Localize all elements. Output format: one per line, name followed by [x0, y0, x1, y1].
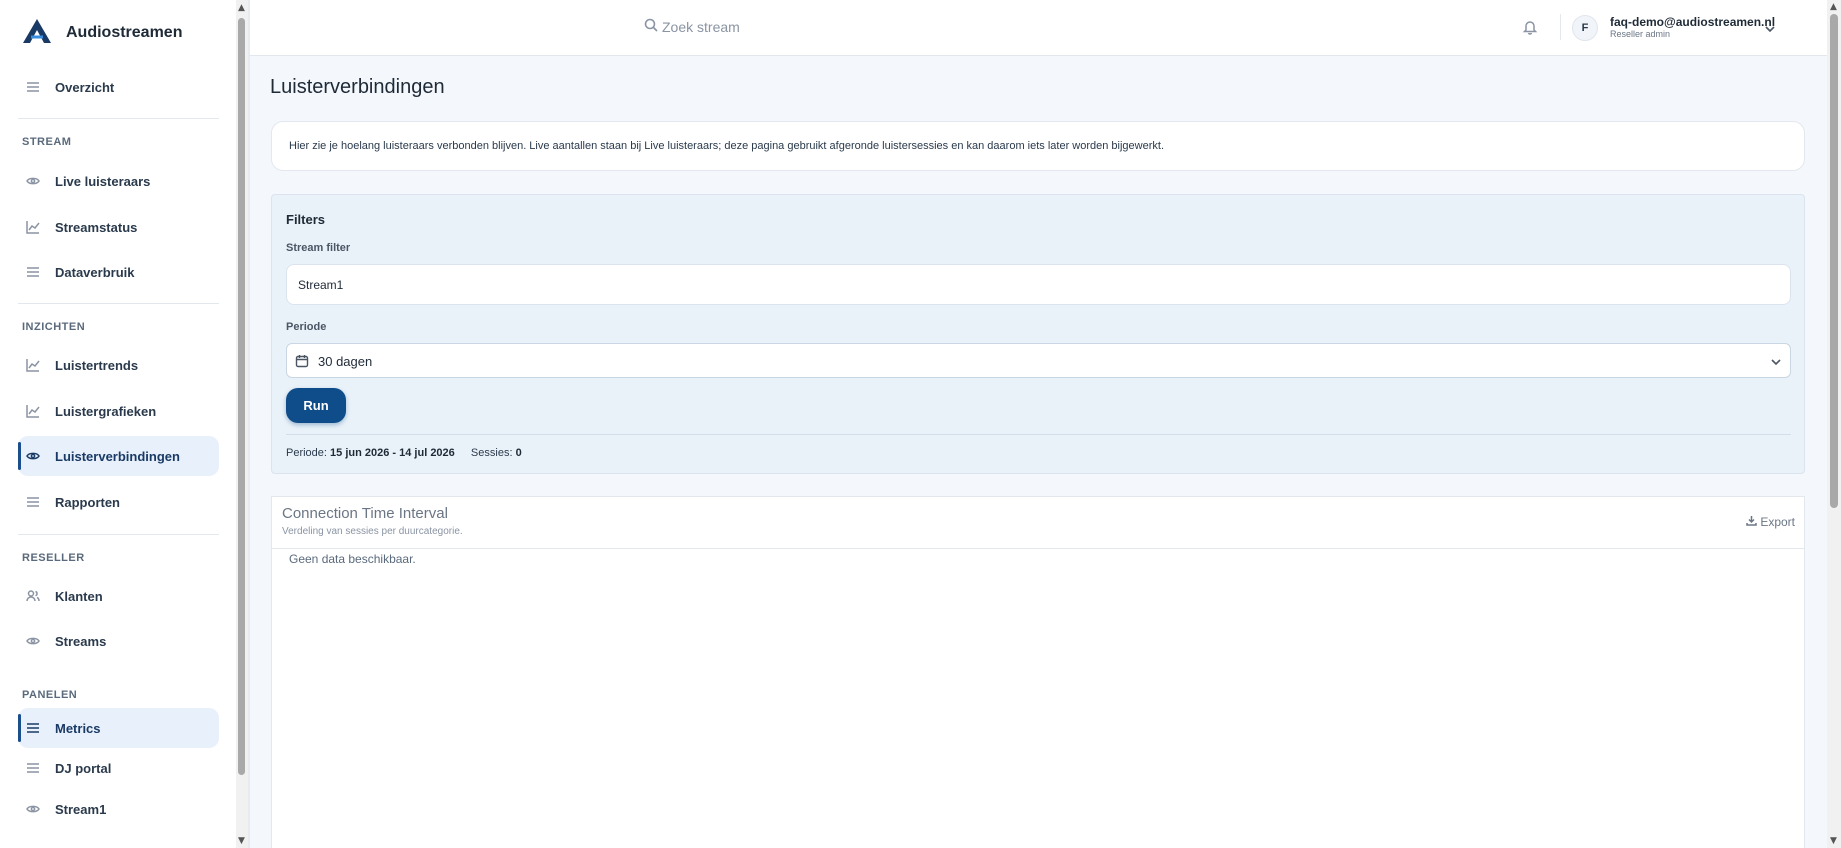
- eye-icon: [26, 174, 40, 188]
- sidebar-item-luistertrends[interactable]: Luistertrends: [18, 345, 219, 385]
- period-summary-label: Periode:: [286, 447, 327, 459]
- sidebar-item-label: DJ portal: [55, 760, 112, 776]
- section-title-panelen: PANELEN: [22, 689, 78, 701]
- eye-icon: [26, 634, 40, 648]
- search-input[interactable]: Zoek stream: [640, 18, 740, 35]
- sidebar-item-label: Dataverbruik: [55, 264, 135, 280]
- calendar-icon: [295, 354, 309, 368]
- empty-state-text: Geen data beschikbaar.: [289, 552, 416, 566]
- sidebar-item-label: Overzicht: [55, 79, 115, 95]
- sidebar-divider: [18, 303, 219, 304]
- period-label: Periode: [286, 321, 327, 333]
- menu-icon: [26, 80, 40, 94]
- sidebar-edge: [248, 0, 250, 848]
- page-title: Luisterverbindingen: [270, 76, 445, 98]
- sidebar-item-rapporten[interactable]: Rapporten: [18, 482, 219, 522]
- sidebar-scrollbar[interactable]: ▲ ▼: [236, 0, 248, 848]
- filters-divider: [286, 434, 1791, 435]
- info-card: Hier zie je hoelang luisteraars verbonde…: [271, 121, 1805, 171]
- section-title-stream: STREAM: [22, 136, 72, 148]
- period-value: 30 dagen: [318, 354, 373, 369]
- scroll-down-arrow-icon[interactable]: ▼: [238, 836, 245, 846]
- sidebar-divider: [18, 534, 219, 535]
- brand-name: Audiostreamen: [66, 24, 183, 41]
- sidebar-item-overzicht[interactable]: Overzicht: [18, 67, 219, 107]
- sidebar-item-streams[interactable]: Streams: [18, 621, 219, 661]
- sidebar-item-label: Luisterverbindingen: [55, 448, 180, 464]
- sidebar-item-label: Live luisteraars: [55, 173, 151, 189]
- sidebar-item-streamstatus[interactable]: Streamstatus: [18, 207, 219, 247]
- sidebar-item-klanten[interactable]: Klanten: [18, 576, 219, 616]
- scroll-up-arrow-icon[interactable]: ▲: [1830, 2, 1837, 12]
- sessions-summary-value: 0: [515, 447, 522, 459]
- sidebar-item-luisterverbindingen[interactable]: Luisterverbindingen: [18, 436, 219, 476]
- sidebar-item-label: Klanten: [55, 588, 103, 604]
- sidebar-item-label: Streamstatus: [55, 219, 138, 235]
- user-role: Reseller admin: [1610, 29, 1671, 39]
- menu-icon: [26, 495, 40, 509]
- line-chart-icon: [26, 220, 40, 234]
- filters-panel: Filters Stream filter Stream1 Periode 30…: [271, 194, 1805, 474]
- run-button[interactable]: Run: [286, 388, 346, 423]
- search-icon: [644, 18, 658, 35]
- period-summary-value: 15 jun 2026 - 14 jul 2026: [330, 447, 455, 459]
- sidebar-item-dataverbruik[interactable]: Dataverbruik: [18, 252, 219, 292]
- sidebar-item-label: Rapporten: [55, 494, 120, 510]
- sidebar-scrollbar-thumb[interactable]: [238, 18, 245, 775]
- stream-filter-value: Stream1: [298, 278, 344, 292]
- chevron-down-icon[interactable]: [1764, 22, 1776, 34]
- eye-icon: [26, 802, 40, 816]
- sessions-summary-label: Sessies:: [470, 447, 513, 459]
- filters-title: Filters: [286, 212, 326, 227]
- stream-filter-label: Stream filter: [286, 242, 351, 254]
- sidebar: Audiostreamen Overzicht STREAM Live luis…: [0, 0, 236, 848]
- section-title-inzichten: INZICHTEN: [22, 321, 86, 333]
- period-select[interactable]: 30 dagen: [286, 343, 1791, 378]
- sidebar-divider: [18, 118, 219, 119]
- main-scrollbar[interactable]: ▲ ▼: [1827, 0, 1841, 848]
- audiostreamen-logo-icon: [22, 18, 52, 49]
- main-scrollbar-thumb[interactable]: [1830, 14, 1838, 508]
- topbar-divider: [1560, 14, 1561, 40]
- line-chart-icon: [26, 404, 40, 418]
- filters-summary: Periode: 15 jun 2026 - 14 jul 2026 Sessi…: [286, 447, 522, 459]
- sidebar-item-live-luisteraars[interactable]: Live luisteraars: [18, 161, 219, 201]
- users-icon: [26, 589, 40, 603]
- eye-icon: [26, 449, 40, 463]
- info-text: Hier zie je hoelang luisteraars verbonde…: [289, 140, 1164, 152]
- download-icon: [1746, 515, 1758, 529]
- sidebar-item-label: Metrics: [55, 720, 101, 736]
- export-button[interactable]: Export: [1743, 515, 1795, 529]
- user-email[interactable]: faq-demo@audiostreamen.nl: [1610, 15, 1775, 29]
- scroll-up-arrow-icon[interactable]: ▲: [238, 3, 245, 13]
- chart-subtitle: Verdeling van sessies per duurcategorie.: [282, 526, 463, 537]
- sidebar-item-label: Streams: [55, 633, 107, 649]
- export-label: Export: [1760, 515, 1795, 529]
- chart-card: Connection Time Interval Verdeling van s…: [271, 496, 1805, 848]
- sidebar-item-luistergrafieken[interactable]: Luistergrafieken: [18, 391, 219, 431]
- chevron-down-icon: [1770, 355, 1782, 367]
- sidebar-item-label: Luistertrends: [55, 357, 139, 373]
- sidebar-item-metrics[interactable]: Metrics: [18, 708, 219, 748]
- menu-icon: [26, 721, 40, 735]
- menu-icon: [26, 761, 40, 775]
- menu-icon: [26, 265, 40, 279]
- sidebar-item-label: Luistergrafieken: [55, 403, 157, 419]
- stream-filter-input[interactable]: Stream1: [286, 264, 1791, 305]
- avatar[interactable]: F: [1572, 15, 1598, 41]
- bell-icon[interactable]: [1522, 19, 1538, 35]
- search-placeholder: Zoek stream: [662, 18, 740, 35]
- chart-title: Connection Time Interval: [282, 505, 448, 522]
- chart-divider: [272, 548, 1804, 549]
- sidebar-item-dj-portal[interactable]: DJ portal: [18, 748, 219, 788]
- sidebar-item-stream1[interactable]: Stream1: [18, 789, 219, 829]
- scroll-down-arrow-icon[interactable]: ▼: [1830, 836, 1837, 846]
- topbar: Zoek stream F faq-demo@audiostreamen.nl …: [250, 0, 1827, 56]
- sidebar-item-label: Stream1: [55, 801, 107, 817]
- section-title-reseller: RESELLER: [22, 552, 85, 564]
- brand[interactable]: Audiostreamen: [22, 18, 182, 48]
- line-chart-icon: [26, 358, 40, 372]
